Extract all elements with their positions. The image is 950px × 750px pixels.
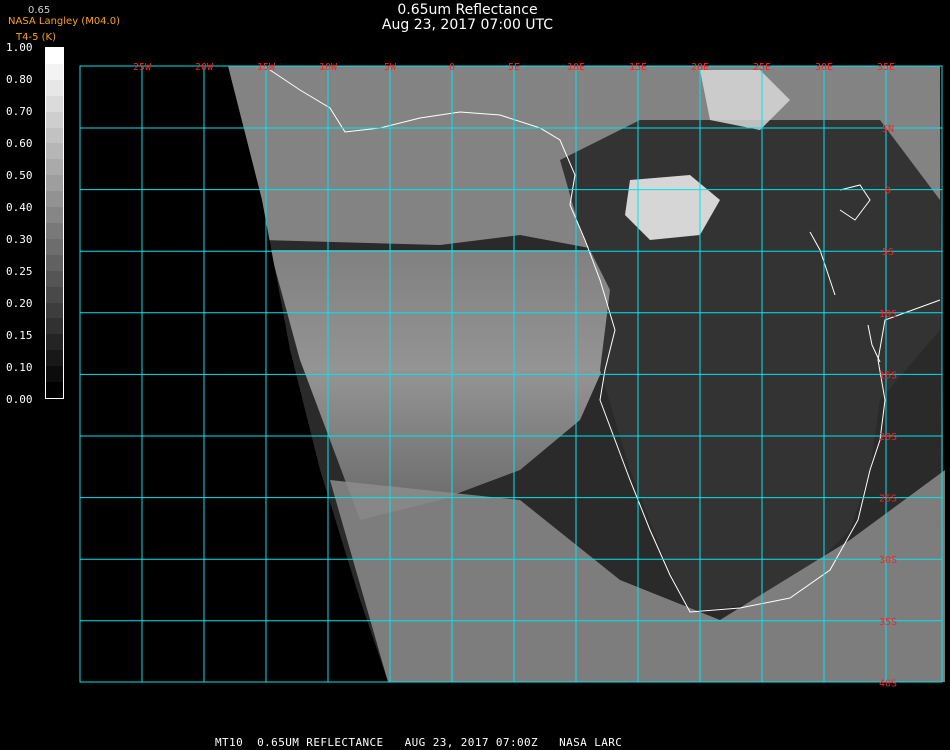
latitude-label: 10S [879,309,897,320]
latitude-label: 0 [885,186,891,197]
latitude-label: 15S [879,370,897,381]
longitude-label: 5W [384,62,397,73]
latitude-label: 40S [879,678,897,689]
longitude-label: 25E [753,62,771,73]
latitude-label: 25S [879,494,897,505]
latitude-label: 20S [879,432,897,443]
satellite-map: 25W 20W 15W 10W 5W 0 5E 10E 15E 20E 25E 30E 35E 5N 0 5S… [79,62,945,689]
longitude-label: 20W [195,62,214,73]
footer-caption: MT10 0.65UM REFLECTANCE AUG 23, 2017 07:… [215,736,623,749]
longitude-label: 15W [257,62,276,73]
longitude-label: 20E [691,62,709,73]
longitude-label: 30E [815,62,833,73]
latitude-label: 35S [879,617,897,628]
longitude-label: 10E [567,62,585,73]
latitude-label: 30S [879,555,897,566]
longitude-label: 35E [877,62,895,73]
latitude-label: 5N [882,124,894,135]
longitude-label: 0 [449,62,455,73]
longitude-label: 5E [508,62,520,73]
latitude-label: 5S [882,247,894,258]
longitude-label: 15E [629,62,647,73]
longitude-label: 25W [133,62,152,73]
longitude-label: 10W [319,62,338,73]
